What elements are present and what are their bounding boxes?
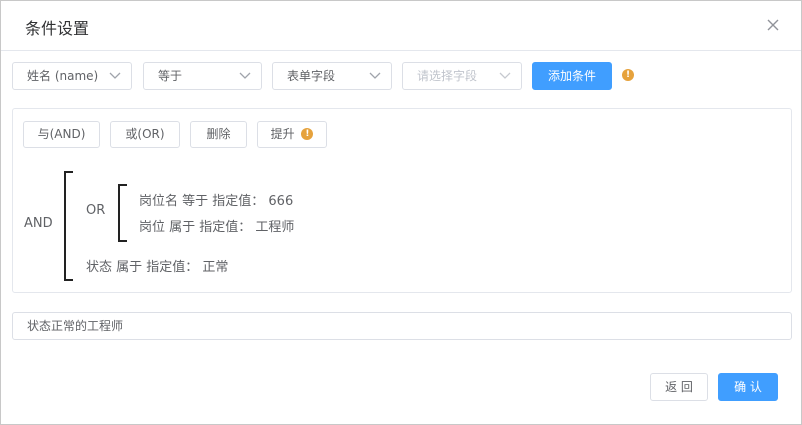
and-button[interactable]: 与(AND)	[23, 121, 100, 148]
warning-icon[interactable]: !	[622, 69, 634, 81]
value-type-select[interactable]: 表单字段	[272, 62, 392, 90]
chevron-down-icon	[369, 72, 381, 80]
or-bracket	[118, 184, 127, 242]
condition-dialog: 条件设置 姓名 (name) 等于 表单字段 请选择字段 添加条件 ! 与(AN…	[0, 0, 802, 425]
description-input[interactable]: 状态正常的工程师	[12, 312, 792, 340]
group-operator: OR	[86, 203, 106, 218]
condition-item[interactable]: 岗位 属于 指定值： 工程师	[139, 216, 294, 235]
header-divider	[1, 50, 801, 51]
chevron-down-icon	[109, 72, 121, 80]
promote-button[interactable]: 提升 !	[257, 121, 327, 148]
close-icon[interactable]	[765, 17, 781, 33]
value-field-select[interactable]: 请选择字段	[402, 62, 522, 90]
condition-item[interactable]: 状态 属于 指定值： 正常	[86, 256, 228, 275]
add-condition-button[interactable]: 添加条件	[532, 62, 612, 90]
delete-button[interactable]: 删除	[190, 121, 247, 148]
confirm-button[interactable]: 确 认	[718, 373, 778, 401]
value-field-placeholder: 请选择字段	[417, 69, 478, 83]
operator-select-value: 等于	[158, 69, 183, 83]
field-select-value: 姓名 (name)	[27, 69, 99, 83]
chevron-down-icon	[499, 72, 511, 80]
or-button[interactable]: 或(OR)	[110, 121, 180, 148]
condition-panel: 与(AND) 或(OR) 删除 提升 ! AND OR 岗位名 等于 指定值： …	[12, 108, 792, 293]
warning-icon: !	[301, 127, 314, 140]
and-bracket	[64, 171, 73, 281]
field-select[interactable]: 姓名 (name)	[12, 62, 132, 90]
chevron-down-icon	[239, 72, 251, 80]
back-button[interactable]: 返 回	[650, 373, 708, 401]
dialog-title: 条件设置	[25, 19, 90, 38]
operator-select[interactable]: 等于	[143, 62, 262, 90]
condition-item[interactable]: 岗位名 等于 指定值： 666	[139, 190, 293, 209]
promote-label: 提升	[270, 127, 295, 141]
root-operator: AND	[24, 216, 53, 231]
value-type-select-value: 表单字段	[287, 69, 336, 83]
